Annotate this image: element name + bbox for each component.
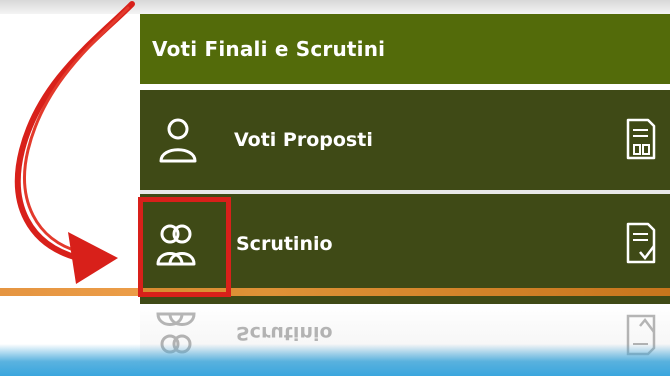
highlight-box (138, 197, 231, 297)
panel-title: Voti Finali e Scrutini (140, 14, 670, 90)
user-icon (159, 118, 197, 163)
top-background (0, 0, 670, 14)
menu-item-voti-proposti[interactable]: Voti Proposti (140, 90, 670, 190)
reflection-label: Scrutinio (236, 322, 333, 344)
menu-item-label: Scrutinio (236, 233, 333, 255)
blue-stripe (0, 344, 670, 376)
menu-item-label: Voti Proposti (234, 129, 373, 151)
document-users-icon[interactable] (626, 118, 656, 160)
document-check-icon[interactable] (626, 222, 656, 264)
orange-stripe (0, 288, 670, 296)
